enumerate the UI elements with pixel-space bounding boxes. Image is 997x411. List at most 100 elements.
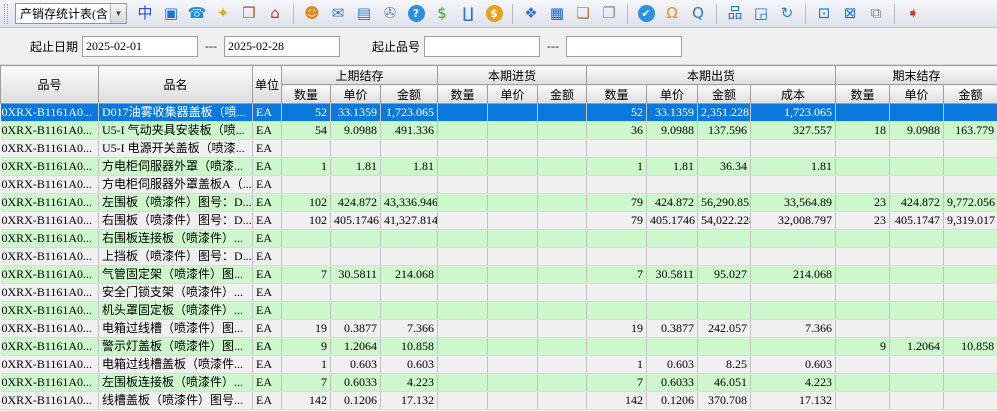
cell-value <box>698 140 751 158</box>
cell-value <box>538 338 587 356</box>
cell-item-name: 安全门锁支架（喷漆件）... <box>99 284 253 302</box>
report-type-select[interactable]: 产销存统计表(含 ▼ <box>15 3 127 24</box>
cell-value: 102 <box>282 212 331 230</box>
table-row[interactable]: 0XRX-B1161A0...电箱过线槽（喷漆件）图...EA190.38777… <box>1 320 997 338</box>
briefcase-icon[interactable]: ❒ <box>237 3 261 25</box>
group-header-purchases: 本期进货 <box>438 66 587 85</box>
mail-icon[interactable]: ✉ <box>326 3 350 25</box>
pushpin-icon: ✇ <box>384 6 397 21</box>
language-sync-icon[interactable]: 中 <box>133 3 157 25</box>
table-row[interactable]: 0XRX-B1161A0...电箱过线槽盖板（喷漆件...EA10.6030.6… <box>1 356 997 374</box>
cell-value <box>331 284 381 302</box>
cell-value: 7 <box>282 266 331 284</box>
cell-item-name: 左围板连接板（喷漆件）... <box>99 374 253 392</box>
cell-value: 1.81 <box>331 158 381 176</box>
cell-item-name: 电箱过线槽（喷漆件）图... <box>99 320 253 338</box>
cell-value <box>890 158 944 176</box>
table-row[interactable]: 0XRX-B1161A0...方电柜伺服器外罩（喷漆...EA11.811.81… <box>1 158 997 176</box>
cell-value: 9.0988 <box>331 122 381 140</box>
date-from-input[interactable] <box>82 36 198 57</box>
table-row[interactable]: 0XRX-B1161A0...U5-I 电源开关盖板（喷漆...EA <box>1 140 997 158</box>
customer-money-icon[interactable]: $ <box>482 3 506 25</box>
table-row[interactable]: 0XRX-B1161A0...左围板（喷漆件）图号：D...EA102424.8… <box>1 194 997 212</box>
report-refresh-icon[interactable]: ❖ <box>519 3 543 25</box>
cell-value <box>944 284 997 302</box>
phone-contact-icon[interactable]: ☎ <box>185 3 209 25</box>
table-row[interactable]: 0XRX-B1161A0...方电柜伺服器外罩盖板A（...EA <box>1 176 997 194</box>
cell-value <box>890 230 944 248</box>
table-row[interactable]: 0XRX-B1161A0...机头罩固定板（喷漆件）...EA <box>1 302 997 320</box>
cell-value <box>538 104 587 122</box>
cell-value <box>381 230 438 248</box>
cascade-windows-icon[interactable]: ⧉ <box>864 3 888 25</box>
copy-pages-icon[interactable]: ❐ <box>597 3 621 25</box>
cell-value: 52 <box>587 104 647 122</box>
pushpin-icon[interactable]: ✇ <box>378 3 402 25</box>
cart-icon[interactable]: ∐ <box>456 3 480 25</box>
money-icon: $ <box>437 6 447 21</box>
cell-value: 7 <box>282 374 331 392</box>
lock-key-icon[interactable]: ✦ <box>211 3 235 25</box>
table-row[interactable]: 0XRX-B1161A0...左围板连接板（喷漆件）...EA70.60334.… <box>1 374 997 392</box>
col-header-amount: 金额 <box>381 85 438 104</box>
table-row[interactable]: 0XRX-B1161A0...安全门锁支架（喷漆件）...EA <box>1 284 997 302</box>
table-row[interactable]: 0XRX-B1161A0...U5-I 气动夹具安装板（喷...EA549.09… <box>1 122 997 140</box>
document-search-icon[interactable]: Q <box>686 3 710 25</box>
cell-value <box>890 320 944 338</box>
cell-value <box>488 338 538 356</box>
table-row[interactable]: 0XRX-B1161A0...右围板连接板（喷漆件）...EA <box>1 230 997 248</box>
refresh-icon[interactable]: ↻ <box>775 3 799 25</box>
money-icon[interactable]: $ <box>430 3 454 25</box>
cell-value <box>944 356 997 374</box>
toolbar-grip[interactable] <box>4 4 8 24</box>
group-header-shipments: 本期出货 <box>587 66 836 85</box>
cell-value: 0.1206 <box>331 392 381 410</box>
table-row[interactable]: 0XRX-B1161A0...气管固定架（喷漆件）图...EA730.58112… <box>1 266 997 284</box>
cell-value: 405.1747 <box>890 212 944 230</box>
cell-unit: EA <box>253 176 282 194</box>
table-row[interactable]: 0XRX-B1161A0...上挡板（喷漆件）图号：D...EA <box>1 248 997 266</box>
computer-icon[interactable]: ▣ <box>159 3 183 25</box>
approve-check-icon[interactable]: ✔ <box>634 3 658 25</box>
date-to-input[interactable] <box>224 36 340 57</box>
table-row[interactable]: 0XRX-B1161A0...D017油雾收集器盖板（喷...EA5233.13… <box>1 104 997 122</box>
cell-item-name: 左围板（喷漆件）图号：D... <box>99 194 253 212</box>
help-icon[interactable]: ? <box>404 3 428 25</box>
computer-icon: ▣ <box>164 6 178 21</box>
item-from-input[interactable] <box>424 36 540 57</box>
cell-value <box>836 284 890 302</box>
cell-value: 52 <box>282 104 331 122</box>
item-to-input[interactable] <box>566 36 682 57</box>
cell-value <box>890 356 944 374</box>
home-icon[interactable]: ⌂ <box>263 3 287 25</box>
cell-value <box>587 176 647 194</box>
cell-value <box>438 104 488 122</box>
cell-value <box>331 230 381 248</box>
cell-value <box>282 302 331 320</box>
table-row[interactable]: 0XRX-B1161A0...右围板（喷漆件）图号：D...EA102405.1… <box>1 212 997 230</box>
cell-value: 32,008.797 <box>751 212 836 230</box>
toolbar-separator <box>627 4 628 24</box>
cell-value: 19 <box>587 320 647 338</box>
cell-value: 424.872 <box>331 194 381 212</box>
monitor-search-icon[interactable]: ◲ <box>749 3 773 25</box>
cell-value <box>751 248 836 266</box>
cell-item-no: 0XRX-B1161A0... <box>1 140 99 158</box>
cell-value: 242.057 <box>698 320 751 338</box>
cell-item-no: 0XRX-B1161A0... <box>1 104 99 122</box>
table-row[interactable]: 0XRX-B1161A0...警示灯盖板（喷漆件）图...EA91.206410… <box>1 338 997 356</box>
calculator-icon[interactable]: ▦ <box>545 3 569 25</box>
drawer-icon[interactable]: ❏ <box>571 3 595 25</box>
exit-icon[interactable]: ➧ <box>901 3 925 25</box>
cardfile-icon[interactable]: ▤ <box>352 3 376 25</box>
users-icon[interactable]: ☻ <box>300 3 324 25</box>
cell-value <box>538 392 587 410</box>
col-header-qty: 数量 <box>282 85 331 104</box>
alert-bell-icon[interactable]: Ω <box>660 3 684 25</box>
window-icon[interactable]: ⊡ <box>812 3 836 25</box>
chevron-down-icon[interactable]: ▼ <box>110 4 126 23</box>
close-window-icon[interactable]: ⊠ <box>838 3 862 25</box>
org-chart-icon[interactable]: 品 <box>723 3 747 25</box>
cell-value <box>438 374 488 392</box>
table-row[interactable]: 0XRX-B1161A0...线槽盖板（喷漆件）图号...EA1420.1206… <box>1 392 997 410</box>
